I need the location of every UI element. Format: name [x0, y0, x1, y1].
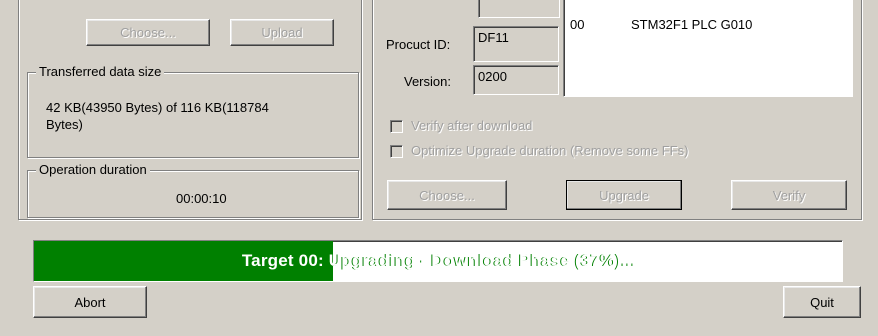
transferred-data-line2: Bytes) — [46, 117, 83, 132]
verify-after-download-label[interactable]: Verify after download — [411, 118, 532, 133]
upgrade-progress-bar: Target 00: Upgrading - Download Phase (3… — [33, 240, 843, 282]
product-id-label: Procuct ID: — [386, 37, 451, 52]
target-list[interactable]: 00 STM32F1 PLC G010 — [563, 0, 853, 97]
target-list-item[interactable]: 00 — [570, 17, 584, 32]
operation-duration-legend: Operation duration — [36, 162, 150, 178]
abort-button[interactable]: Abort — [33, 286, 147, 318]
progress-fill: Target 00: Upgrading - Download Phase (3… — [34, 241, 636, 281]
transferred-data-legend: Transferred data size — [36, 64, 165, 80]
transferred-data-line1: 42 KB(43950 Bytes) of 116 KB(118784 — [46, 100, 269, 115]
version-label: Version: — [404, 74, 451, 89]
verify-after-download-checkbox[interactable] — [390, 120, 403, 133]
target-index: 00 — [570, 17, 585, 32]
verify-button[interactable]: Verify — [731, 180, 847, 210]
operation-duration-value: 00:00:10 — [176, 191, 227, 206]
progress-text-overlay: Target 00: Upgrading - Download Phase (3… — [241, 251, 637, 270]
optimize-upgrade-label[interactable]: Optimize Upgrade duration (Remove some F… — [411, 143, 688, 158]
quit-button[interactable]: Quit — [783, 286, 861, 318]
target-name[interactable]: STM32F1 PLC G010 — [631, 17, 752, 32]
top-field-remnant — [478, 0, 560, 18]
transferred-data-group — [27, 72, 359, 158]
upgrade-choose-button[interactable]: Choose... — [387, 180, 507, 210]
product-id-field: DF11 — [473, 26, 559, 62]
optimize-upgrade-checkbox[interactable] — [390, 145, 403, 158]
upgrade-button[interactable]: Upgrade — [566, 180, 682, 210]
dfu-choose-button[interactable]: Choose... — [86, 19, 210, 46]
upload-button[interactable]: Upload — [230, 19, 334, 46]
version-field: 0200 — [473, 65, 559, 95]
